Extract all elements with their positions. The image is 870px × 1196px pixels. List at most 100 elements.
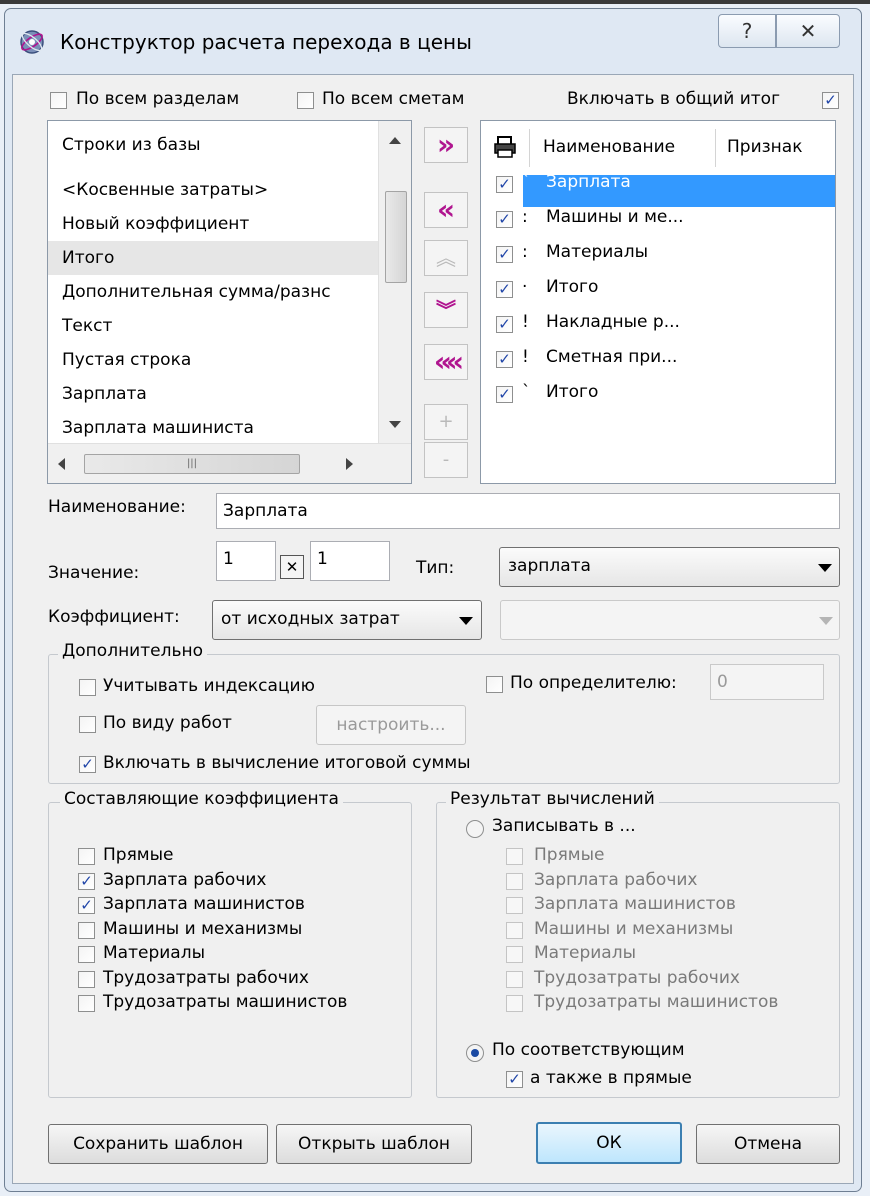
components-group-title: Составляющие коэффициента bbox=[60, 789, 343, 809]
table-row[interactable]: Итого bbox=[546, 277, 598, 297]
write-item-checkbox[interactable] bbox=[506, 946, 523, 963]
row-checkbox[interactable]: ✓ bbox=[496, 281, 513, 298]
row-flag-mark: ` bbox=[522, 382, 531, 402]
name-input[interactable]: Зарплата bbox=[216, 493, 840, 529]
row-checkbox[interactable]: ✓ bbox=[496, 351, 513, 368]
plus-button[interactable]: + bbox=[424, 404, 468, 440]
also-direct-label: а также в прямые bbox=[530, 1068, 692, 1088]
write-item-checkbox[interactable] bbox=[506, 872, 523, 890]
write-item-label: Трудозатраты машинистов bbox=[534, 992, 779, 1012]
multiply-button[interactable]: ✕ bbox=[280, 555, 304, 579]
scroll-left-arrow-icon[interactable] bbox=[58, 458, 65, 470]
write-item-checkbox[interactable] bbox=[506, 995, 523, 1012]
close-icon: ✕ bbox=[799, 19, 817, 43]
list-item[interactable]: Новый коэффициент bbox=[48, 207, 378, 241]
scroll-thumb[interactable] bbox=[385, 191, 407, 283]
table-row[interactable]: Материалы bbox=[546, 242, 648, 262]
value-input-1[interactable]: 1 bbox=[216, 541, 276, 581]
list-item[interactable]: Текст bbox=[48, 309, 378, 343]
coefficient-select[interactable]: от исходных затрат bbox=[212, 600, 482, 640]
chevron-down-icon bbox=[819, 617, 833, 625]
write-to-radio[interactable] bbox=[466, 820, 484, 838]
print-icon[interactable] bbox=[493, 135, 517, 159]
all-sections-checkbox[interactable] bbox=[50, 92, 67, 109]
top-border-line bbox=[0, 0, 870, 4]
hscroll-thumb[interactable]: ||| bbox=[84, 454, 300, 474]
scroll-right-arrow-icon[interactable] bbox=[346, 458, 353, 470]
move-up-button[interactable]: ︽ bbox=[424, 240, 468, 276]
column-header-name[interactable]: Наименование bbox=[543, 137, 675, 157]
double-right-arrow-icon: » bbox=[436, 128, 456, 161]
list-item[interactable]: Итого bbox=[48, 241, 378, 275]
source-list[interactable]: Строки из базы <Косвенные затраты> Новый… bbox=[47, 120, 412, 484]
close-button[interactable]: ✕ bbox=[776, 14, 840, 48]
table-row[interactable]: Итого bbox=[546, 382, 598, 402]
all-estimates-label: По всем сметам bbox=[322, 89, 465, 109]
remove-all-button[interactable]: «« bbox=[424, 344, 468, 380]
minus-button[interactable]: - bbox=[424, 442, 468, 478]
column-separator bbox=[715, 129, 716, 167]
coefficient-select-value: от исходных затрат bbox=[221, 609, 400, 629]
type-select[interactable]: зарплата bbox=[499, 547, 840, 587]
write-item-checkbox[interactable] bbox=[506, 848, 523, 865]
row-flag-mark: ` bbox=[522, 172, 531, 192]
component-label: Машины и механизмы bbox=[103, 918, 303, 939]
scroll-down-arrow-icon[interactable] bbox=[389, 421, 401, 428]
column-header-flag[interactable]: Признак bbox=[727, 137, 802, 157]
include-total-sum-checkbox[interactable]: ✓ bbox=[79, 756, 96, 773]
table-row[interactable]: Накладные р... bbox=[546, 312, 680, 332]
table-row[interactable]: Зарплата bbox=[546, 172, 631, 192]
save-template-button[interactable]: Сохранить шаблон bbox=[48, 1124, 268, 1164]
column-separator bbox=[529, 129, 530, 167]
list-item[interactable]: Дополнительная сумма/разнс bbox=[48, 275, 378, 309]
window-title: Конструктор расчета перехода в цены bbox=[60, 30, 472, 54]
list-item[interactable]: <Косвенные затраты> bbox=[48, 173, 378, 207]
open-template-button[interactable]: Открыть шаблон bbox=[276, 1124, 472, 1164]
indexing-checkbox[interactable] bbox=[79, 679, 96, 696]
list-item[interactable]: Пустая строка bbox=[48, 343, 378, 377]
component-checkbox[interactable] bbox=[78, 995, 95, 1012]
minus-icon: - bbox=[442, 449, 450, 470]
row-checkbox[interactable]: ✓ bbox=[496, 386, 513, 403]
help-button[interactable]: ? bbox=[718, 14, 776, 48]
move-down-button[interactable]: ︾ bbox=[424, 292, 468, 328]
target-list[interactable]: Наименование Признак bbox=[480, 120, 836, 484]
component-checkbox[interactable] bbox=[78, 970, 95, 988]
table-row[interactable]: Машины и ме... bbox=[546, 207, 684, 227]
double-up-arrow-icon: ︽ bbox=[436, 246, 456, 270]
scroll-up-arrow-icon[interactable] bbox=[389, 137, 401, 144]
component-checkbox[interactable]: ✓ bbox=[78, 897, 95, 914]
include-total-checkbox[interactable]: ✓ bbox=[822, 92, 839, 109]
row-checkbox[interactable]: ✓ bbox=[496, 211, 513, 228]
also-direct-checkbox[interactable]: ✓ bbox=[506, 1071, 523, 1088]
row-checkbox[interactable]: ✓ bbox=[496, 176, 513, 193]
determinant-input[interactable]: 0 bbox=[710, 664, 824, 700]
table-row[interactable]: Сметная при... bbox=[546, 347, 677, 367]
by-work-type-checkbox[interactable] bbox=[79, 716, 96, 733]
by-corresponding-radio[interactable] bbox=[466, 1044, 484, 1062]
value-input-2[interactable]: 1 bbox=[310, 541, 390, 581]
remove-row-button[interactable]: « bbox=[424, 192, 468, 228]
write-item-checkbox[interactable] bbox=[506, 970, 523, 988]
add-row-button[interactable]: » bbox=[424, 127, 468, 163]
configure-button[interactable]: настроить... bbox=[316, 705, 466, 745]
component-checkbox[interactable]: ✓ bbox=[78, 872, 95, 890]
name-label: Наименование: bbox=[48, 497, 186, 517]
cancel-button[interactable]: Отмена bbox=[696, 1124, 840, 1164]
coefficient-second-select[interactable] bbox=[500, 600, 840, 640]
component-checkbox[interactable] bbox=[78, 921, 95, 939]
source-list-hscrollbar[interactable]: ||| bbox=[48, 443, 411, 483]
component-checkbox[interactable] bbox=[78, 848, 95, 865]
ok-button[interactable]: ОК bbox=[536, 1122, 682, 1164]
chevron-down-icon bbox=[818, 564, 832, 572]
row-checkbox[interactable]: ✓ bbox=[496, 316, 513, 333]
write-item-checkbox[interactable] bbox=[506, 897, 523, 914]
by-determinant-checkbox[interactable] bbox=[486, 676, 503, 693]
source-list-vscrollbar[interactable] bbox=[378, 121, 411, 443]
write-item-checkbox[interactable] bbox=[506, 921, 523, 939]
component-checkbox[interactable] bbox=[78, 946, 95, 963]
list-item[interactable]: Зарплата машиниста bbox=[48, 411, 378, 445]
list-item[interactable]: Зарплата bbox=[48, 377, 378, 411]
row-checkbox[interactable]: ✓ bbox=[496, 246, 513, 263]
all-estimates-checkbox[interactable] bbox=[297, 92, 314, 109]
